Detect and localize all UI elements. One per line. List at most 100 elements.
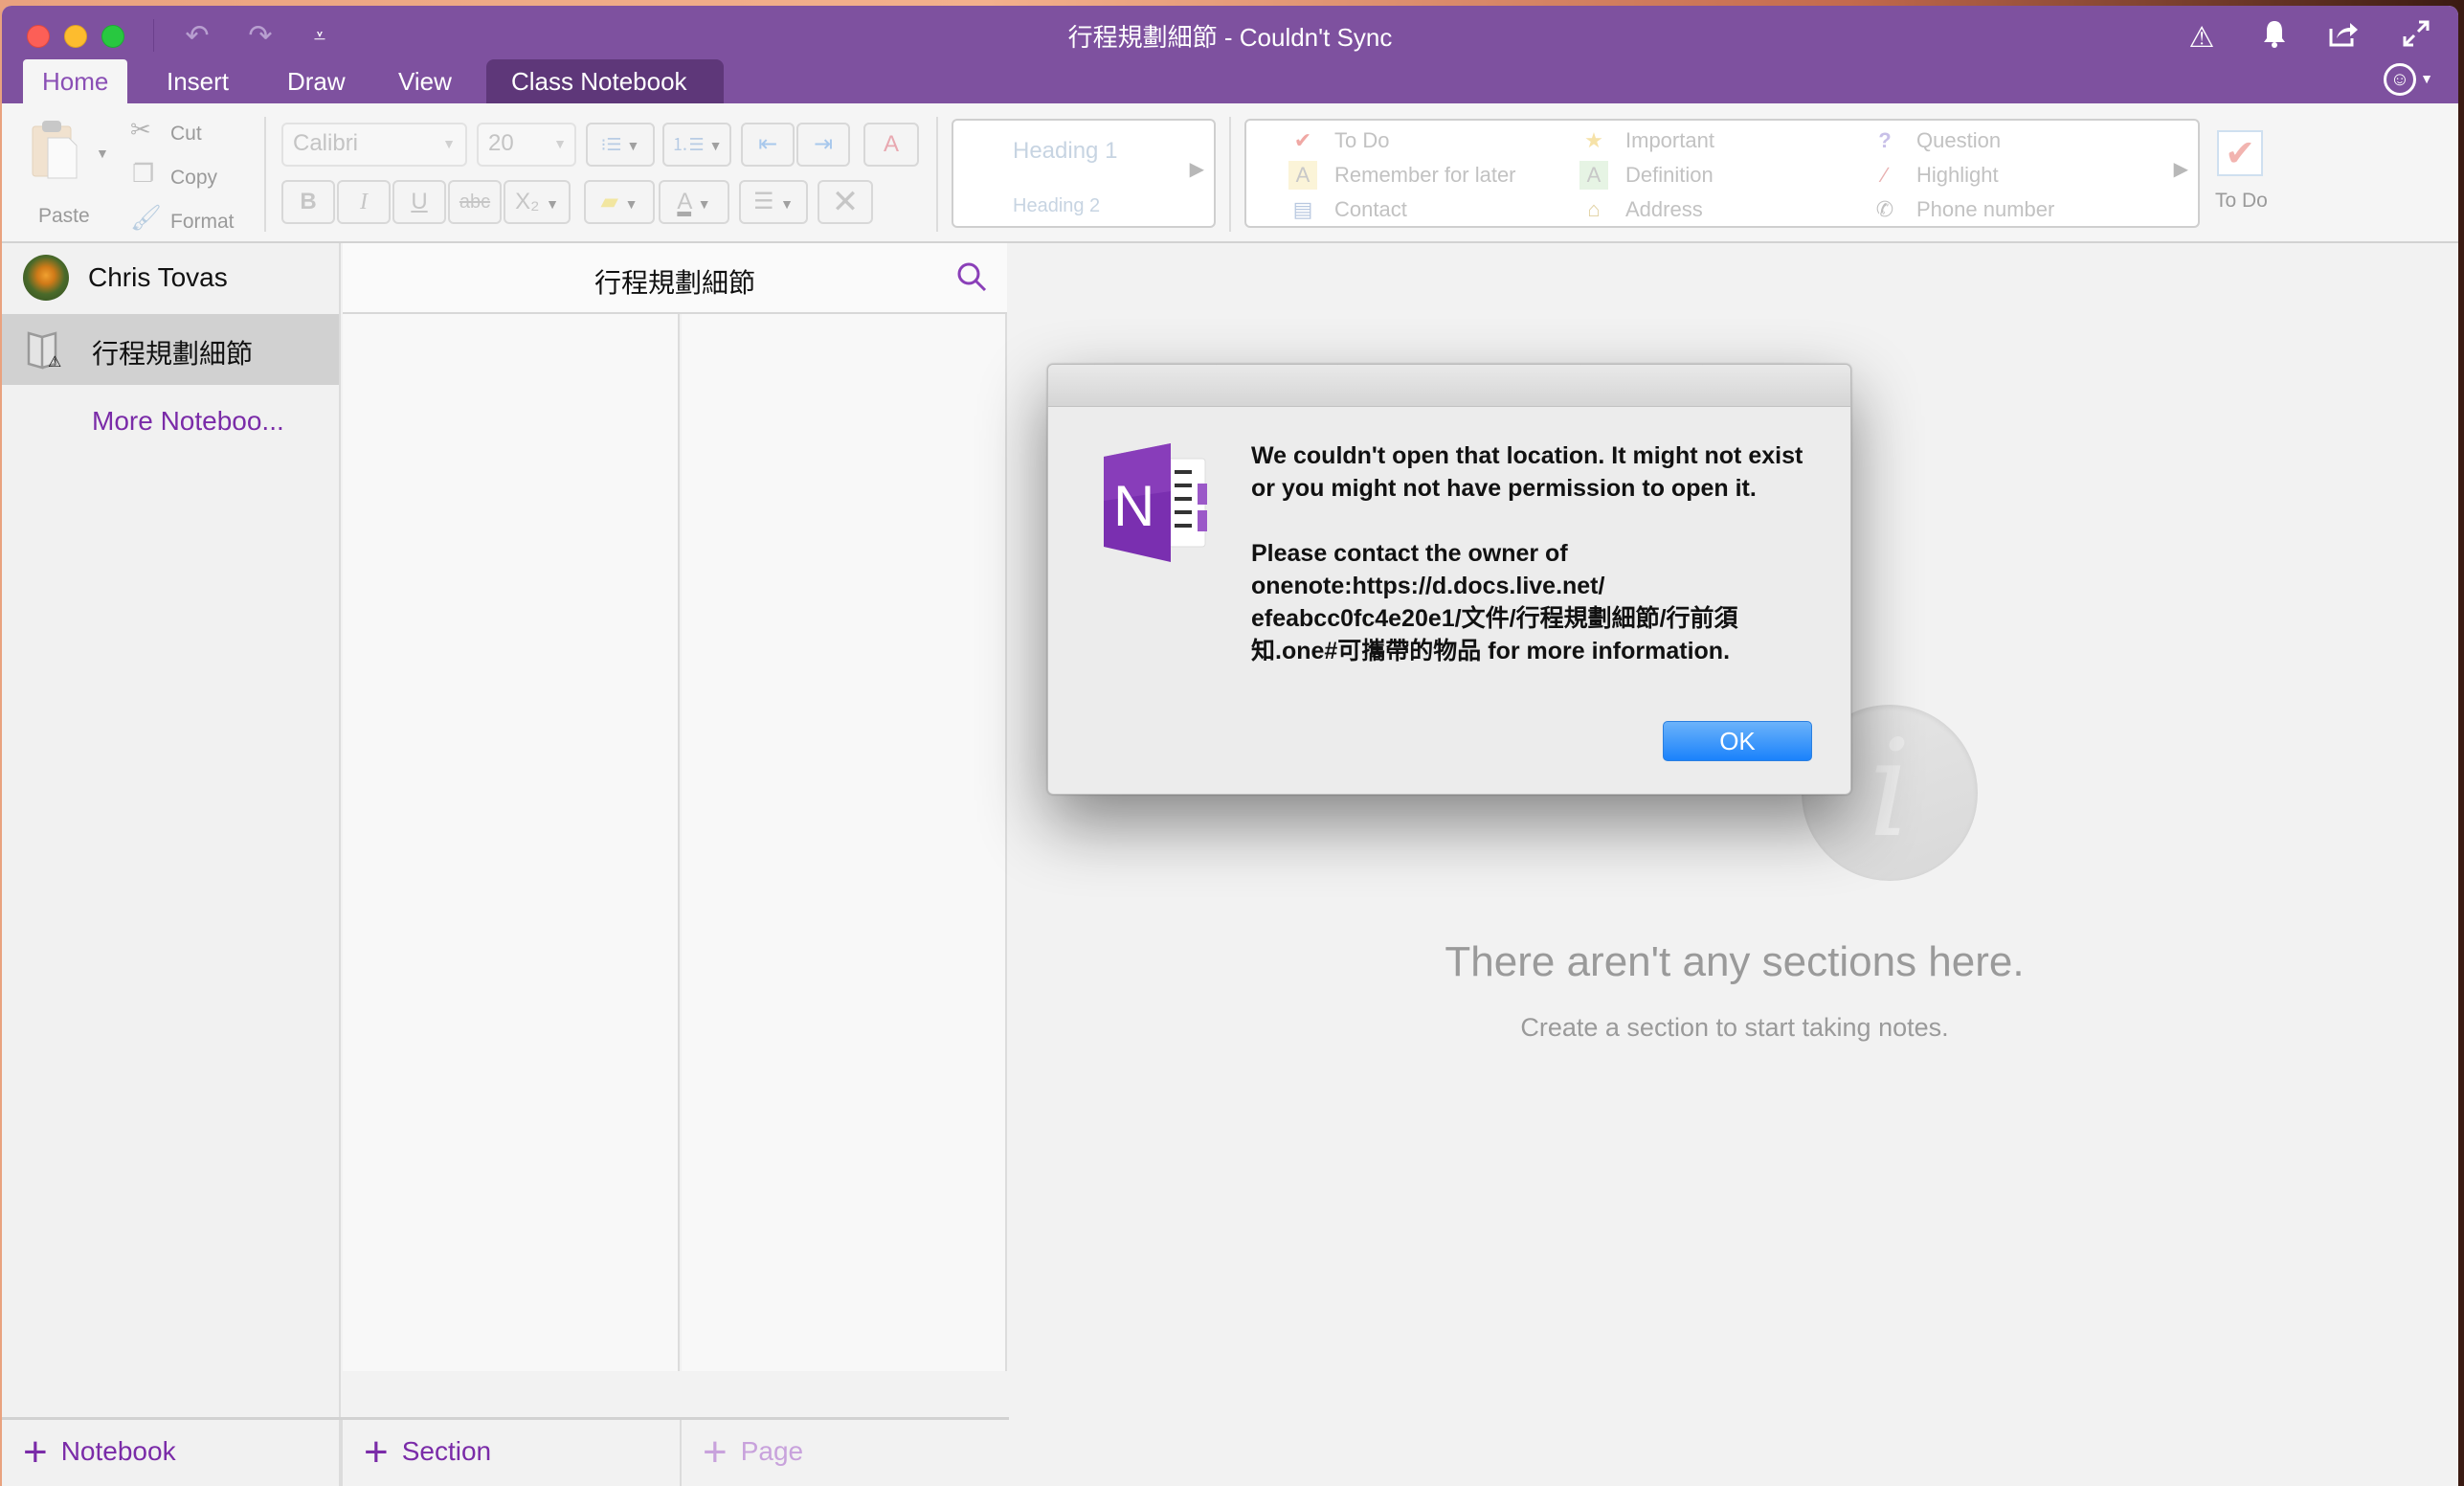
feedback-smiley-icon[interactable]: ☺ [2384, 63, 2416, 96]
sections-list [343, 314, 680, 1371]
dialog-titlebar[interactable] [1048, 365, 1850, 407]
clear-formatting-button[interactable]: A [863, 123, 919, 167]
checkmark-icon: ✔ [2225, 134, 2255, 174]
phone-icon: ✆ [1875, 197, 1894, 221]
ribbon-home: Paste ▼ ✂ Cut ❐ Copy 🖌 Format Calibri ▼ … [2, 103, 2458, 243]
search-icon[interactable] [955, 260, 988, 293]
italic-button[interactable]: I [337, 180, 391, 224]
format-painter-button[interactable]: 🖌 Format [130, 203, 255, 237]
tag-important[interactable]: ★ Important [1579, 126, 1714, 155]
plus-icon: + [703, 1429, 728, 1475]
font-name-dropdown[interactable]: Calibri ▼ [281, 123, 467, 167]
tab-home[interactable]: Home [23, 59, 128, 103]
star-icon: ★ [1584, 128, 1603, 152]
strikethrough-button[interactable]: abc [448, 180, 502, 224]
tag-to-do[interactable]: ✔ To Do [1288, 126, 1390, 155]
fullscreen-icon[interactable] [2397, 19, 2435, 57]
onenote-logo-icon: N [1104, 443, 1207, 562]
tag-question[interactable]: ? Question [1870, 126, 2001, 155]
notifications-bell-icon[interactable] [2255, 19, 2294, 57]
x-icon: ✕ [831, 184, 860, 220]
copy-button[interactable]: ❐ Copy [130, 159, 245, 193]
tag-label: Address [1625, 197, 1703, 221]
add-notebook-button[interactable]: + Notebook [23, 1420, 176, 1486]
underline-button[interactable]: U [392, 180, 446, 224]
more-notebooks-link[interactable]: More Noteboo... [92, 406, 284, 437]
tag-label: Important [1625, 128, 1714, 152]
account-name: Chris Tovas [88, 262, 228, 292]
share-icon[interactable] [2324, 19, 2363, 57]
subscript-label: X₂ [515, 189, 540, 214]
numbering-button[interactable]: ⒈☰ ▼ [662, 123, 731, 167]
tag-highlight[interactable]: ∕ Highlight [1870, 161, 1999, 190]
tag-contact[interactable]: ▤ Contact [1288, 195, 1407, 224]
tab-class-notebook[interactable]: Class Notebook [486, 59, 724, 103]
delete-button[interactable]: ✕ [818, 180, 873, 224]
align-left-icon: ☰ [752, 189, 774, 214]
styles-expand-arrow[interactable]: ▶ [1190, 157, 1204, 181]
tag-label: Definition [1625, 163, 1714, 187]
avatar [23, 255, 69, 301]
ok-button[interactable]: OK [1663, 721, 1812, 761]
paste-button[interactable]: Paste [29, 119, 105, 227]
todo-tag-label: To Do [2215, 190, 2268, 212]
plus-icon: + [364, 1429, 389, 1475]
notebook-name: 行程規劃細節 [92, 339, 254, 369]
bottom-bar: + Notebook + Section + Page [2, 1417, 1009, 1486]
tags-expand-arrow[interactable]: ▶ [2174, 157, 2188, 181]
window-title: 行程規劃細節 - Couldn't Sync [1067, 23, 1393, 52]
font-size-dropdown[interactable]: 20 ▼ [477, 123, 576, 167]
question-mark-icon: ? [1878, 128, 1892, 152]
column-divider [680, 1420, 682, 1486]
onenote-window: ↶ ↷ ⩡ 行程規劃細節 - Couldn't Sync ⚠ Home Inse… [2, 6, 2458, 1486]
outdent-icon: ⇤ [757, 131, 778, 157]
decrease-indent-button[interactable]: ⇤ [741, 123, 795, 167]
increase-indent-button[interactable]: ⇥ [796, 123, 850, 167]
paste-options-caret[interactable]: ▼ [96, 146, 109, 161]
add-section-button[interactable]: + Section [364, 1420, 491, 1486]
tab-insert[interactable]: Insert [147, 59, 248, 103]
error-dialog: N We couldn't open that location. It mig… [1047, 364, 1851, 795]
copy-label: Copy [170, 167, 218, 189]
cut-button[interactable]: ✂ Cut [130, 115, 245, 149]
styles-gallery: Heading 1 Heading 2 ▶ [952, 119, 1216, 228]
notebook-list-item[interactable]: ⚠ 行程規劃細節 [2, 314, 339, 385]
paragraph-align-button[interactable]: ☰ ▼ [739, 180, 808, 224]
tag-remember-for-later[interactable]: A Remember for later [1288, 161, 1516, 190]
scissors-icon: ✂ [130, 115, 151, 144]
sync-warning-icon: ⚠ [48, 354, 62, 371]
bullets-button[interactable]: ⁝☰ ▼ [586, 123, 655, 167]
format-label: Format [170, 211, 235, 233]
bold-button[interactable]: B [281, 180, 335, 224]
tag-phone-number[interactable]: ✆ Phone number [1870, 195, 2055, 224]
paste-clipboard-icon [32, 121, 78, 179]
add-page-button[interactable]: + Page [703, 1420, 803, 1486]
notebook-header-title: 行程規劃細節 [594, 268, 755, 298]
tag-definition[interactable]: A Definition [1579, 161, 1714, 190]
ribbon-divider [264, 117, 266, 232]
style-heading-2[interactable]: Heading 2 [1013, 195, 1100, 217]
subscript-button[interactable]: X₂ ▼ [504, 180, 571, 224]
pages-list [682, 314, 1007, 1371]
font-color-button[interactable]: A ▼ [659, 180, 729, 224]
todo-tag-button[interactable]: ✔ [2217, 130, 2263, 176]
indent-icon: ⇥ [813, 131, 834, 157]
highlight-color-button[interactable]: ▰ ▼ [584, 180, 655, 224]
warning-icon[interactable]: ⚠ [2183, 19, 2221, 57]
paintbrush-icon: 🖌 [130, 203, 163, 232]
cut-label: Cut [170, 123, 202, 145]
bullet-list-icon: ⁝☰ [600, 135, 622, 154]
empty-state-title: There aren't any sections here. [1445, 938, 2025, 985]
plus-icon: + [23, 1429, 48, 1475]
tag-label: To Do [1334, 128, 1390, 152]
tag-address[interactable]: ⌂ Address [1579, 195, 1703, 224]
feedback-dropdown-caret[interactable]: ▼ [2420, 71, 2433, 86]
tab-draw[interactable]: Draw [268, 59, 365, 103]
tag-label: Highlight [1916, 163, 1999, 187]
account-row[interactable]: Chris Tovas [2, 243, 339, 314]
tab-view[interactable]: View [379, 59, 471, 103]
style-heading-1[interactable]: Heading 1 [1013, 138, 1117, 165]
checkbox-icon: ✔ [1293, 128, 1312, 152]
notebook-header: 行程規劃細節 [343, 243, 1007, 314]
eraser-icon: A [883, 131, 899, 157]
